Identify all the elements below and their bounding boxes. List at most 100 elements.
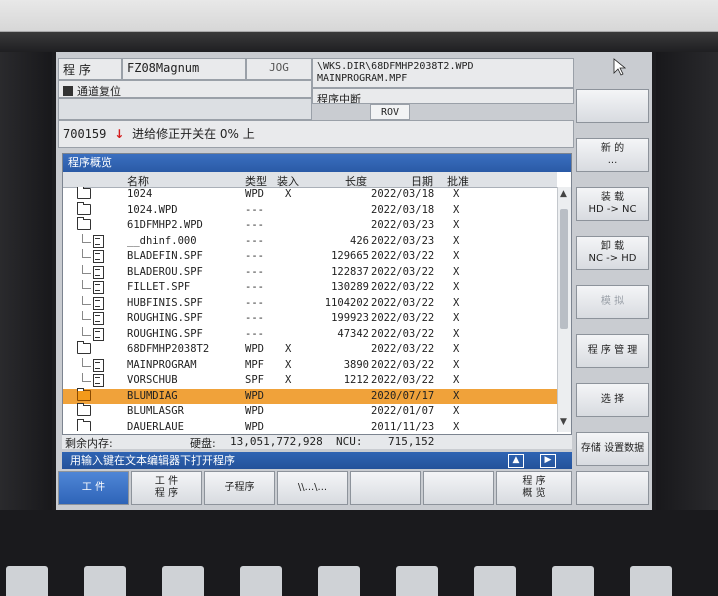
softkey-blank-1[interactable]	[576, 89, 649, 123]
cell-name: BLADEROU.SPF	[127, 265, 203, 278]
page-up-icon[interactable]: ▲	[508, 454, 524, 468]
hardware-key[interactable]	[6, 566, 48, 596]
cell-enable: X	[453, 327, 460, 340]
softkey-save-setup-data[interactable]: 存储 设置数据	[576, 432, 649, 466]
table-row[interactable]: MAINPROGRAM MPF X 3890 2022/03/22 X	[63, 357, 557, 374]
monitor-bezel-top	[0, 0, 718, 52]
cell-length: 1212	[343, 374, 369, 386]
file-icon	[93, 234, 104, 248]
softkey-simulate[interactable]: 模 拟	[576, 285, 649, 319]
file-icon	[93, 374, 104, 387]
hardware-key[interactable]	[552, 566, 594, 596]
tab-path[interactable]: \\...\...	[277, 471, 348, 505]
cell-length: 122837	[331, 265, 369, 278]
hardware-key[interactable]	[84, 566, 126, 596]
tab-workpiece[interactable]: 工 件	[58, 471, 129, 505]
cell-name: FILLET.SPF	[127, 281, 191, 293]
cell-loaded: X	[285, 374, 292, 386]
softkey-program-management[interactable]: 程 序 管 理	[576, 334, 649, 368]
softkey-unload[interactable]: 卸 载 NC -> HD	[576, 236, 649, 270]
table-row[interactable]: BLUMLASGR WPD 2022/01/07 X	[63, 403, 557, 420]
cell-date: 2022/03/22	[371, 327, 435, 340]
table-row[interactable]: VORSCHUB SPF X 1212 2022/03/22 X	[63, 373, 557, 389]
cell-length: 1104202	[324, 296, 369, 309]
hardware-key[interactable]	[162, 566, 204, 596]
cell-length: 129665	[331, 250, 369, 262]
file-icon	[93, 265, 104, 279]
cell-enable: X	[453, 203, 460, 216]
tab-workpiece-program[interactable]: 工 件 程 序	[131, 471, 202, 505]
status-blank	[58, 98, 312, 120]
program-status: 程序中断	[312, 88, 574, 104]
table-row[interactable]: 68DFMHP2038T2 WPD X 2022/03/22 X	[63, 341, 557, 358]
tab-blank-5[interactable]	[350, 471, 421, 505]
cell-loaded: X	[285, 343, 292, 355]
table-row[interactable]: 1024 WPD X 2022/03/18 X	[63, 187, 557, 203]
cell-date: 2020/07/17	[371, 389, 435, 402]
scroll-thumb[interactable]	[560, 209, 568, 329]
cell-date: 2022/03/18	[371, 203, 435, 216]
folder-icon	[77, 201, 91, 215]
cell-enable: X	[453, 281, 460, 293]
cell-enable: X	[453, 343, 460, 355]
scrollbar[interactable]: ▲ ▼	[557, 187, 571, 432]
cell-type: ---	[245, 250, 264, 262]
cell-date: 2022/03/23	[371, 234, 435, 247]
cell-date: 2022/03/22	[371, 265, 435, 278]
cell-name: ROUGHING.SPF	[127, 327, 203, 340]
softkey-select[interactable]: 选 择	[576, 383, 649, 417]
scroll-up-icon[interactable]: ▲	[560, 189, 567, 199]
cell-name: 1024	[127, 188, 153, 200]
hardware-key[interactable]	[240, 566, 282, 596]
cell-date: 2022/03/22	[371, 281, 435, 293]
cell-enable: X	[453, 405, 460, 417]
program-path: \WKS.DIR\68DFMHP2038T2.WPD MAINPROGRAM.M…	[312, 58, 574, 88]
table-row[interactable]: DAUERLAUE WPD 2011/11/23 X	[63, 418, 557, 432]
tree-line	[82, 295, 91, 305]
cell-enable: X	[453, 389, 460, 402]
table-row[interactable]: ROUGHING.SPF --- 199923 2022/03/22 X	[63, 311, 557, 327]
table-row[interactable]: ROUGHING.SPF --- 47342 2022/03/22 X	[63, 326, 557, 343]
tab-program-overview[interactable]: 程 序 概 览	[496, 471, 572, 505]
memory-label: 剩余内存:	[65, 437, 113, 450]
cell-date: 2022/03/22	[371, 358, 435, 371]
folder-open-icon	[77, 217, 91, 230]
cell-loaded: X	[285, 188, 292, 200]
tab-blank-8[interactable]	[576, 471, 649, 505]
hmi-screen: 程 序 FZ08Magnum JOG \WKS.DIR\68DFMHP2038T…	[56, 52, 652, 510]
hint-text: 用输入键在文本编辑器下打开程序	[70, 454, 235, 467]
program-overview-panel: 程序概览 名称 类型 装入 长度 日期 批准 1024 WPD X 2022/03/1…	[62, 153, 572, 435]
softkey-new[interactable]: 新 的 ...	[576, 138, 649, 172]
cell-enable: X	[453, 312, 460, 324]
cell-enable: X	[453, 420, 460, 432]
tab-subprogram[interactable]: 子程序	[204, 471, 275, 505]
tab-blank-6[interactable]	[423, 471, 494, 505]
tree-line	[82, 264, 91, 274]
alarm-text: 进给修正开关在 0% 上	[132, 127, 255, 141]
cell-type: ---	[245, 312, 264, 324]
table-row[interactable]: BLADEFIN.SPF --- 129665 2022/03/22 X	[63, 249, 557, 265]
hardware-key[interactable]	[474, 566, 516, 596]
reset-icon	[63, 86, 73, 96]
tree-line	[82, 326, 91, 336]
hardware-key[interactable]	[630, 566, 672, 596]
tree-line	[82, 373, 91, 382]
table-row[interactable]: BLUMDIAG WPD 2020/07/17 X	[63, 387, 557, 404]
folder-icon	[77, 418, 91, 431]
table-row[interactable]: __dhinf.000 --- 426 2022/03/23 X	[63, 233, 557, 250]
cell-date: 2022/03/22	[371, 250, 435, 262]
cell-enable: X	[453, 296, 460, 309]
hardware-key[interactable]	[318, 566, 360, 596]
softkey-load[interactable]: 装 载 HD -> NC	[576, 187, 649, 221]
table-row[interactable]: 1024.WPD --- 2022/03/18 X	[63, 201, 557, 219]
hardware-key[interactable]	[396, 566, 438, 596]
path-line-1: \WKS.DIR\68DFMHP2038T2.WPD	[317, 61, 474, 72]
scroll-down-icon[interactable]: ▼	[560, 417, 567, 427]
table-row[interactable]: 61DFMHP2.WPD --- 2022/03/23 X	[63, 217, 557, 234]
cell-name: BLUMDIAG	[127, 389, 178, 402]
table-row[interactable]: BLADEROU.SPF --- 122837 2022/03/22 X	[63, 264, 557, 281]
rov-indicator: ROV	[370, 104, 410, 120]
table-row[interactable]: HUBFINIS.SPF --- 1104202 2022/03/22 X	[63, 295, 557, 312]
table-row[interactable]: FILLET.SPF --- 130289 2022/03/22 X	[63, 280, 557, 296]
page-right-icon[interactable]: ▶	[540, 454, 556, 468]
